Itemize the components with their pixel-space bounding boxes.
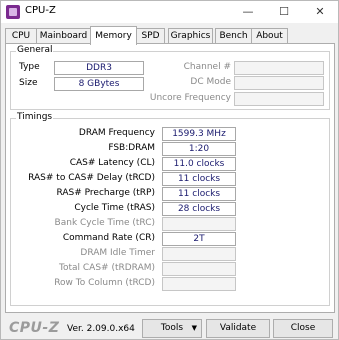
tab-mainboard[interactable]: Mainboard (36, 28, 91, 44)
cycle-time-value: 28 clocks (162, 202, 236, 216)
dropdown-arrow-icon: ▼ (191, 324, 197, 332)
validate-button[interactable]: Validate (206, 319, 270, 338)
bank-cycle-time-label: Bank Cycle Time (tRC) (54, 218, 155, 228)
tab-bench[interactable]: Bench (215, 28, 252, 44)
cpu-z-logo: CPU-Z (9, 320, 60, 336)
title-bar: CPU-Z — ☐ ✕ (1, 1, 338, 23)
tab-memory[interactable]: Memory (90, 26, 137, 45)
fsb-dram-label: FSB:DRAM (108, 143, 155, 153)
total-cas-value (162, 262, 236, 276)
ras-to-cas-value: 11 clocks (162, 172, 236, 186)
tab-graphics[interactable]: Graphics (168, 28, 213, 44)
tab-strip: CPU Mainboard Memory SPD Graphics Bench … (5, 26, 334, 45)
size-label: Size (19, 78, 38, 88)
ras-precharge-value: 11 clocks (162, 187, 236, 201)
uncore-frequency-value (234, 92, 324, 106)
total-cas-label: Total CAS# (tRDRAM) (59, 263, 155, 273)
tools-button[interactable]: Tools ▼ (142, 319, 202, 338)
ras-to-cas-label: RAS# to CAS# Delay (tRCD) (28, 173, 155, 183)
cpu-z-window: CPU-Z — ☐ ✕ CPU Mainboard Memory SPD Gra… (0, 0, 339, 340)
bank-cycle-time-value (162, 217, 236, 231)
dram-idle-timer-value (162, 247, 236, 261)
command-rate-value: 2T (162, 232, 236, 246)
tab-spd[interactable]: SPD (136, 28, 165, 44)
dram-idle-timer-label: DRAM Idle Timer (80, 248, 155, 258)
cas-latency-label: CAS# Latency (CL) (69, 158, 155, 168)
ras-precharge-label: RAS# Precharge (tRP) (56, 188, 155, 198)
dc-mode-value (234, 76, 324, 90)
close-window-button[interactable]: ✕ (302, 1, 338, 23)
cpu-z-app-icon (6, 5, 20, 19)
channel-value (234, 61, 324, 75)
row-to-column-label: Row To Column (tRCD) (54, 278, 155, 288)
timings-group: Timings DRAM Frequency 1599.3 MHz FSB:DR… (10, 112, 330, 306)
size-value: 8 GBytes (54, 77, 144, 91)
maximize-button[interactable]: ☐ (266, 1, 302, 23)
tools-button-label: Tools (160, 323, 184, 333)
timings-group-title: Timings (16, 112, 54, 122)
tab-about[interactable]: About (251, 28, 288, 44)
dram-frequency-label: DRAM Frequency (78, 128, 155, 138)
cas-latency-value: 11.0 clocks (162, 157, 236, 171)
close-button[interactable]: Close (273, 319, 333, 338)
dram-frequency-value: 1599.3 MHz (162, 127, 236, 141)
fsb-dram-value: 1:20 (162, 142, 236, 156)
uncore-frequency-label: Uncore Frequency (149, 93, 231, 103)
row-to-column-value (162, 277, 236, 291)
dc-mode-label: DC Mode (190, 77, 231, 87)
general-group-title: General (16, 45, 54, 55)
type-label: Type (19, 62, 40, 72)
channel-label: Channel # (183, 62, 231, 72)
tab-cpu[interactable]: CPU (5, 28, 37, 44)
version-label: Ver. 2.09.0.x64 (67, 324, 135, 334)
minimize-button[interactable]: — (230, 1, 266, 23)
cycle-time-label: Cycle Time (tRAS) (74, 203, 155, 213)
general-group: General Type DDR3 Size 8 GBytes Channel … (10, 45, 330, 110)
memory-panel: General Type DDR3 Size 8 GBytes Channel … (5, 43, 335, 313)
window-title: CPU-Z (25, 5, 56, 16)
command-rate-label: Command Rate (CR) (62, 233, 155, 243)
type-value: DDR3 (54, 61, 144, 75)
